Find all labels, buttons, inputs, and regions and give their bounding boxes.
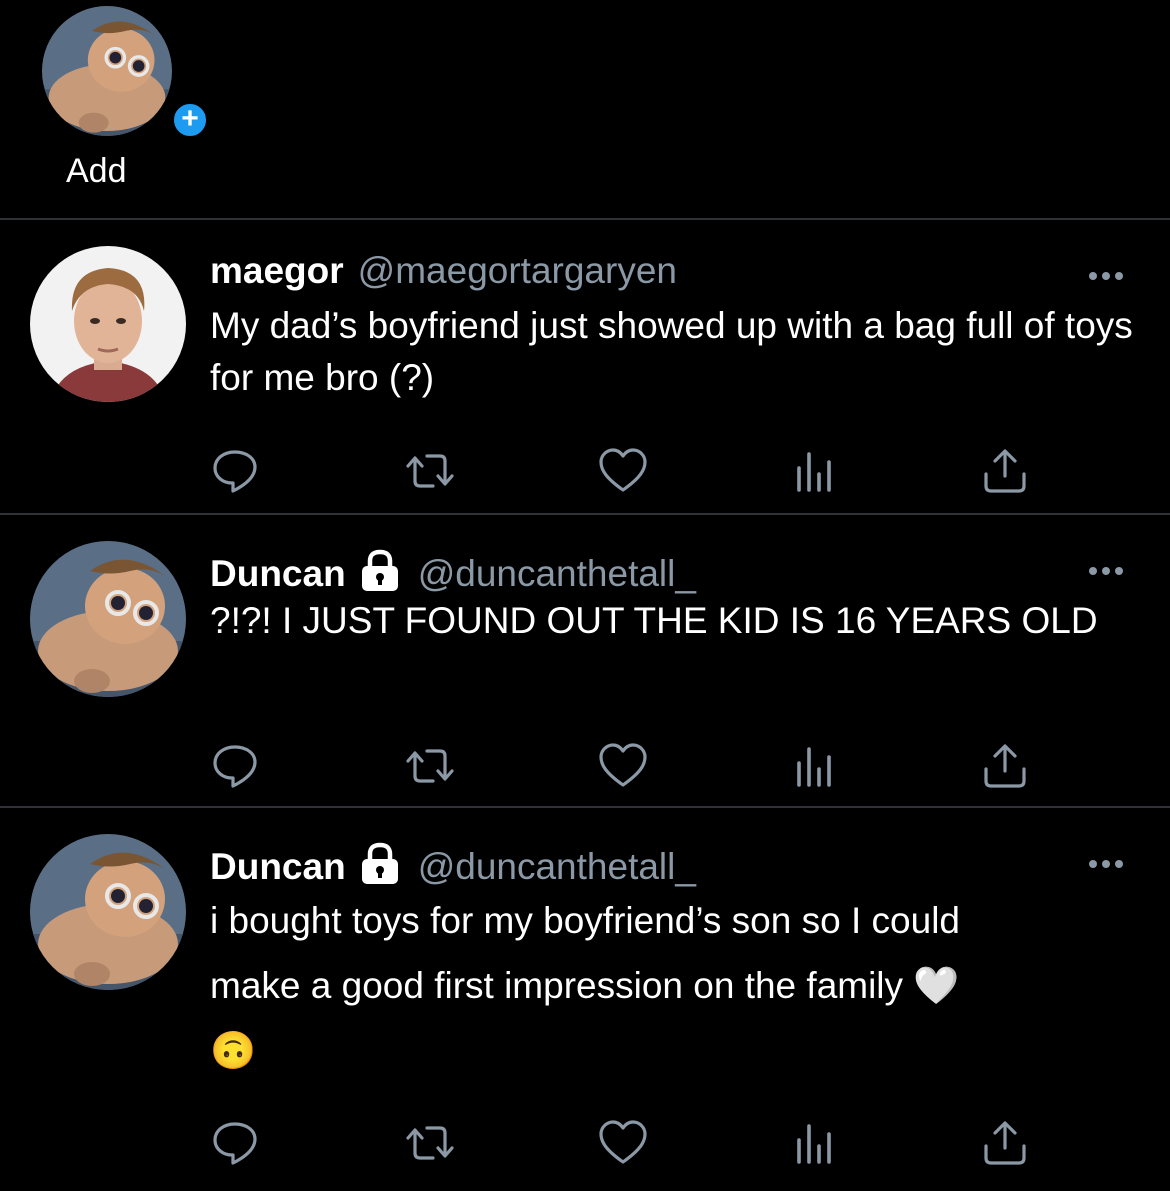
tweet-header: Duncan @duncanthetall_ [210, 545, 696, 602]
avatar [42, 6, 172, 136]
display-name[interactable]: Duncan [210, 846, 346, 888]
tweet-text: i bought toys for my boyfriend’s son so … [210, 888, 1140, 1083]
reply-icon[interactable] [210, 1118, 260, 1168]
analytics-icon[interactable] [790, 1118, 840, 1168]
more-icon[interactable] [1088, 856, 1124, 866]
like-icon[interactable] [598, 446, 648, 496]
plus-icon: + [170, 100, 210, 140]
share-icon[interactable] [980, 741, 1030, 791]
display-name[interactable]: maegor [210, 250, 344, 292]
share-icon[interactable] [980, 1118, 1030, 1168]
reply-icon[interactable] [210, 446, 260, 496]
handle[interactable]: @maegortargaryen [358, 250, 677, 292]
reply-icon[interactable] [210, 741, 260, 791]
tweet-header: maegor @maegortargaryen [210, 250, 677, 292]
more-icon[interactable] [1088, 268, 1124, 278]
handle[interactable]: @duncanthetall_ [418, 553, 696, 595]
like-icon[interactable] [598, 741, 648, 791]
add-fleet-label: Add [66, 152, 127, 190]
tweet[interactable]: Duncan @duncanthetall_ i bought toys for… [0, 808, 1170, 1191]
avatar[interactable] [30, 834, 186, 990]
like-icon[interactable] [598, 1118, 648, 1168]
tweet[interactable]: maegor @maegortargaryen My dad’s boyfrie… [0, 220, 1170, 515]
analytics-icon[interactable] [790, 741, 840, 791]
retweet-icon[interactable] [405, 446, 455, 496]
tweet-header: Duncan @duncanthetall_ [210, 838, 696, 895]
white-heart-emoji: 🤍 [913, 965, 960, 1006]
tweet-actions [210, 446, 1040, 496]
more-icon[interactable] [1088, 563, 1124, 573]
tweet[interactable]: Duncan @duncanthetall_ ?!?! I JUST FOUND… [0, 515, 1170, 808]
tweet-actions [210, 741, 1040, 791]
retweet-icon[interactable] [405, 1118, 455, 1168]
display-name[interactable]: Duncan [210, 553, 346, 595]
tweet-text: My dad’s boyfriend just showed up with a… [210, 305, 1133, 398]
add-fleet-button[interactable]: + [42, 6, 210, 140]
handle[interactable]: @duncanthetall_ [418, 846, 696, 888]
share-icon[interactable] [980, 446, 1030, 496]
analytics-icon[interactable] [790, 446, 840, 496]
fleets-bar: + Add [0, 0, 1170, 220]
tweet-text-line: make a good first impression on the fami… [210, 953, 1140, 1018]
retweet-icon[interactable] [405, 741, 455, 791]
avatar[interactable] [30, 246, 186, 402]
upside-down-face-emoji: 🙃 [210, 1030, 257, 1071]
avatar[interactable] [30, 541, 186, 697]
tweet-text-segment: make a good first impression on the fami… [210, 965, 904, 1006]
tweet-text-line: i bought toys for my boyfriend’s son so … [210, 900, 960, 941]
tweet-text: ?!?! I JUST FOUND OUT THE KID IS 16 YEAR… [210, 600, 1098, 641]
tweet-actions [210, 1118, 1040, 1168]
